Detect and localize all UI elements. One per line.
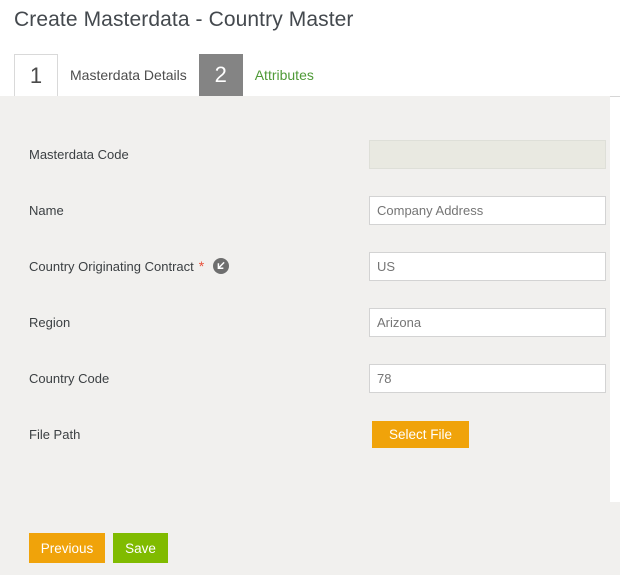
step-2-label[interactable]: Attributes (243, 54, 326, 96)
label-name: Name (29, 203, 64, 218)
masterdata-code-input (369, 140, 606, 169)
label-country-originating-contract: Country Originating Contract * (29, 258, 229, 274)
arrow-down-left-circle-icon[interactable] (213, 258, 229, 274)
wizard-steps: 1 Masterdata Details 2 Attributes (14, 54, 326, 96)
label-region: Region (29, 315, 70, 330)
label-country-code: Country Code (29, 371, 109, 386)
form-actions: Previous Save (29, 533, 168, 563)
region-input[interactable] (369, 308, 606, 337)
previous-button[interactable]: Previous (29, 533, 105, 563)
step-2-number: 2 (215, 64, 227, 86)
form-panel: Masterdata Code Name Country Originating… (0, 96, 610, 502)
form-row-masterdata-code: Masterdata Code (0, 139, 610, 169)
form-row-country-originating-contract: Country Originating Contract * (0, 251, 610, 281)
form-row-region: Region (0, 307, 610, 337)
form-row-name: Name (0, 195, 610, 225)
label-masterdata-code: Masterdata Code (29, 147, 129, 162)
step-1-number: 1 (30, 65, 42, 87)
label-file-path: File Path (29, 427, 80, 442)
form-row-file-path: File Path Select File (0, 419, 610, 449)
wizard-step-bar: 1 Masterdata Details 2 Attributes (0, 54, 620, 97)
save-button[interactable]: Save (113, 533, 168, 563)
form-row-country-code: Country Code (0, 363, 610, 393)
wizard-step-attributes[interactable]: 2 Attributes (199, 54, 326, 96)
wizard-step-masterdata-details[interactable]: 1 Masterdata Details (14, 54, 199, 96)
name-input[interactable] (369, 196, 606, 225)
step-1-label[interactable]: Masterdata Details (58, 54, 199, 96)
country-originating-contract-input[interactable] (369, 252, 606, 281)
country-code-input[interactable] (369, 364, 606, 393)
step-2-marker[interactable]: 2 (199, 54, 243, 96)
page-title: Create Masterdata - Country Master (14, 8, 354, 32)
select-file-button[interactable]: Select File (372, 421, 469, 448)
required-asterisk: * (199, 259, 204, 273)
step-1-marker[interactable]: 1 (14, 54, 58, 96)
